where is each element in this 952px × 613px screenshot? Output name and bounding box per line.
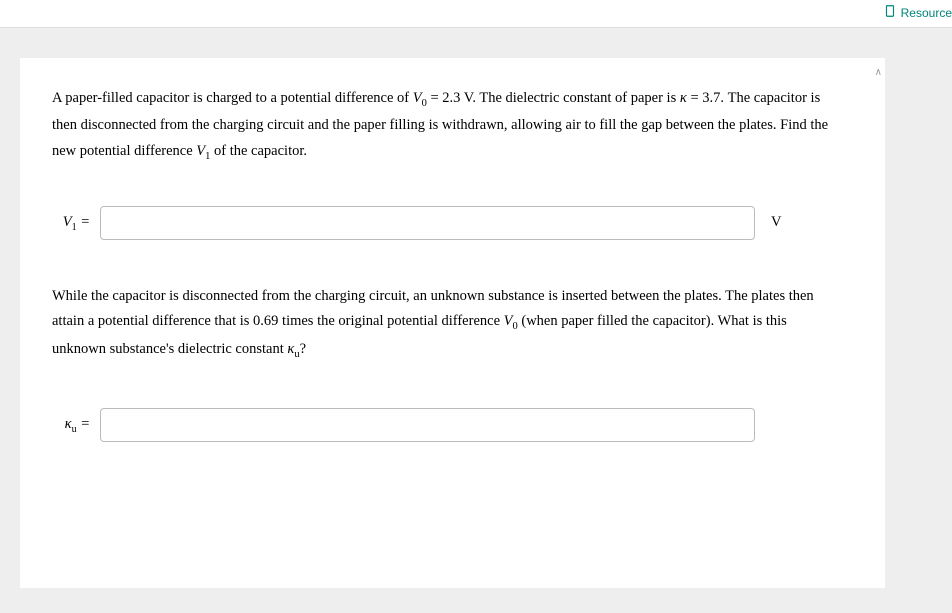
resource-link[interactable]: Resource xyxy=(883,4,952,21)
answer-label-ku: κu = xyxy=(52,412,90,438)
resource-label: Resource xyxy=(901,6,952,20)
bookmark-icon xyxy=(883,4,897,21)
answer-row-ku: κu = xyxy=(52,408,853,442)
problem-statement-2: While the capacitor is disconnected from… xyxy=(52,284,842,364)
scroll-up-icon[interactable]: ∧ xyxy=(875,64,882,82)
content-area: ∧ A paper-filled capacitor is charged to… xyxy=(0,28,952,608)
v1-input[interactable] xyxy=(100,206,755,240)
answer-row-v1: V1 = V xyxy=(52,206,853,240)
unit-v: V xyxy=(771,210,781,235)
top-bar: Resource xyxy=(0,0,952,28)
answer-label-v1: V1 = xyxy=(52,210,90,236)
ku-input[interactable] xyxy=(100,408,755,442)
question-panel: ∧ A paper-filled capacitor is charged to… xyxy=(20,58,885,588)
problem-statement-1: A paper-filled capacitor is charged to a… xyxy=(52,86,842,166)
